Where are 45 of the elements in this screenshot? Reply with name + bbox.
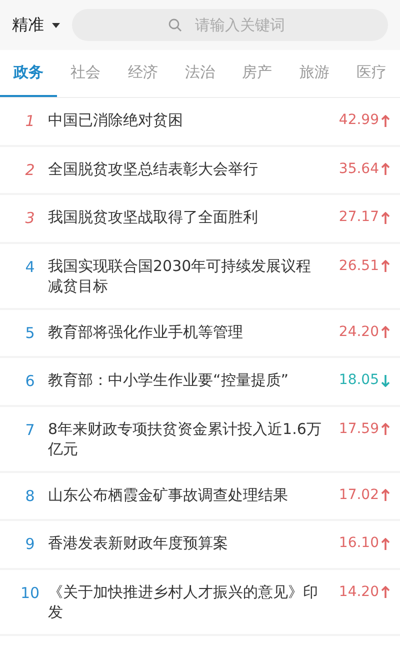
- search-icon: [168, 18, 182, 32]
- news-row[interactable]: 8 山东公布栖霞金矿事故调查处理结果 17.02: [0, 472, 400, 521]
- rank-number: 6: [24, 371, 36, 392]
- news-title: 香港发表新财政年度预算案: [48, 533, 229, 553]
- news-title: 教育部将强化作业手机等管理: [48, 322, 244, 342]
- heat-score: 35.64: [338, 158, 390, 180]
- rank-number: 4: [24, 256, 36, 278]
- rank-number: 10: [19, 582, 41, 604]
- heat-score: 42.99: [338, 110, 390, 131]
- rank-number: 3: [24, 208, 36, 229]
- rank-number: 2: [24, 160, 36, 180]
- news-row[interactable]: 2 全国脱贫攻坚总结表彰大会举行 35.64: [0, 146, 400, 195]
- search-field[interactable]: 请输入关键词: [72, 9, 388, 41]
- rank-number: 7: [24, 420, 36, 440]
- news-row[interactable]: 9 香港发表新财政年度预算案 16.10: [0, 521, 400, 570]
- rank-number: 8: [24, 486, 36, 506]
- heat-score: 17.59: [338, 418, 390, 440]
- news-title: 全国脱贫攻坚总结表彰大会举行: [48, 158, 259, 178]
- heat-score: 27.17: [338, 207, 390, 228]
- news-title: 《关于加快推进乡村人才振兴的意见》印发: [48, 582, 319, 622]
- news-title: 我国实现联合国2030年可持续发展议程减贫目标: [48, 256, 312, 296]
- news-title: 我国脱贫攻坚战取得了全面胜利: [48, 207, 259, 227]
- news-row[interactable]: 6 教育部：中小学生作业要“控量提质” 18.05: [0, 358, 400, 406]
- rank-number: 1: [24, 111, 36, 132]
- heat-score: 24.20: [338, 322, 390, 342]
- heat-score: 17.02: [338, 484, 390, 506]
- news-title: 教育部：中小学生作业要“控量提质”: [48, 370, 290, 390]
- tab[interactable]: 政务: [0, 50, 58, 97]
- caret-icon: [52, 22, 60, 28]
- heat-score: 18.05: [338, 370, 390, 391]
- news-row[interactable]: 4 我国实现联合国2030年可持续发展议程减贫目标 26.51: [0, 244, 400, 310]
- news-row[interactable]: 7 8年来财政专项扶贫资金累计投入近1.6万亿元 17.59: [0, 406, 400, 472]
- mode-dropdown[interactable]: 精准: [12, 13, 60, 37]
- news-row[interactable]: 3 我国脱贫攻坚战取得了全面胜利 27.17: [0, 195, 400, 244]
- heat-score: 26.51: [338, 256, 390, 276]
- news-title: 8年来财政专项扶贫资金累计投入近1.6万亿元: [48, 418, 322, 458]
- news-row[interactable]: 10 《关于加快推进乡村人才振兴的意见》印发 14.20: [0, 570, 400, 636]
- heat-score: 16.10: [338, 533, 390, 554]
- news-title: 山东公布栖霞金矿事故调查处理结果: [48, 484, 289, 504]
- heat-score: 14.20: [338, 582, 390, 602]
- rank-number: 9: [24, 534, 36, 555]
- news-row[interactable]: 1 中国已消除绝对贫困 42.99: [0, 98, 400, 146]
- rank-number: 5: [24, 322, 36, 344]
- news-title: 中国已消除绝对贫困: [48, 110, 184, 130]
- news-row[interactable]: 5 教育部将强化作业手机等管理 24.20: [0, 310, 400, 358]
